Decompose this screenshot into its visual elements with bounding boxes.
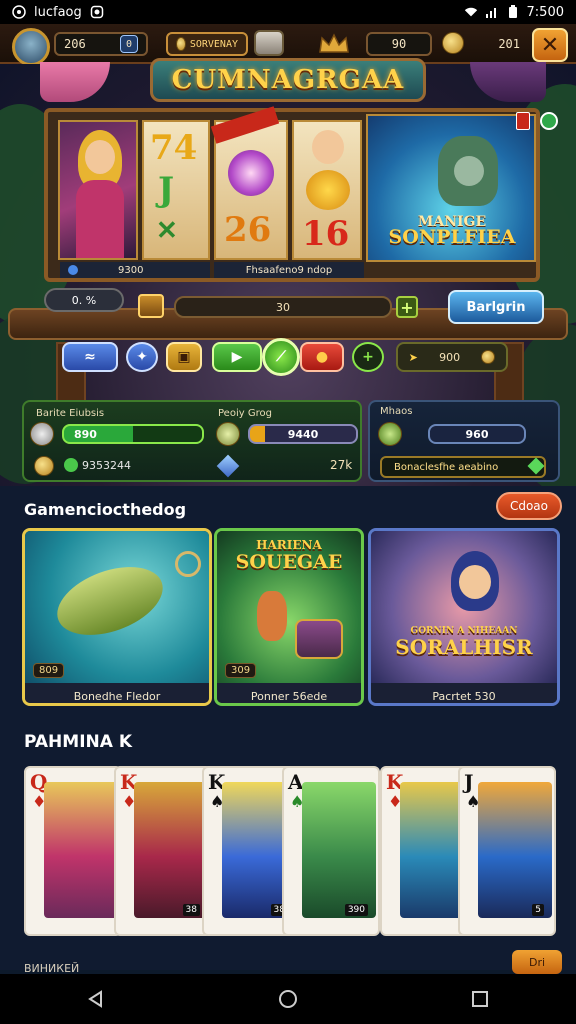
add-button[interactable]: +	[352, 342, 384, 372]
arrow-icon: ➤	[408, 350, 418, 364]
coins-total: 9353244	[82, 459, 131, 472]
coin-icon	[34, 456, 54, 476]
currency-display: SORVENAY	[166, 32, 248, 56]
status-bar: lucfaog 7:500	[0, 0, 576, 24]
silver-coin-icon	[30, 422, 54, 446]
play-mode-button[interactable]: ▶	[212, 342, 262, 372]
notification-icon	[90, 5, 104, 19]
settings-button[interactable]: ✦	[126, 342, 158, 372]
reel-symbol: ✕	[156, 216, 178, 246]
reel-1: 74 J ✕	[142, 120, 210, 260]
back-icon	[88, 990, 102, 1008]
level-short: 27k	[330, 458, 353, 472]
game-card-warrior[interactable]: GORNIN A NIHEAAN SORALHISR Pacrtet 530	[368, 528, 560, 706]
shop-icon[interactable]	[254, 30, 284, 56]
chest-icon[interactable]	[138, 294, 164, 318]
reel-2: 26	[214, 120, 288, 260]
game-card-caption: Pacrtet 530	[371, 683, 557, 703]
globe-icon[interactable]	[540, 112, 558, 130]
game-controller-icon	[12, 5, 26, 19]
crown-icon	[318, 32, 350, 54]
info-icon	[68, 265, 78, 275]
game-title-plate: CUMNAGRGAA	[150, 58, 426, 102]
playing-card[interactable]: J ♠ 5	[458, 766, 556, 936]
section-title: Gamenciocthedog	[24, 500, 187, 519]
close-icon: ✕	[540, 32, 560, 58]
promo-title: SONPLFIEA	[388, 226, 516, 248]
signal-icon	[485, 5, 499, 19]
system-nav-bar	[0, 974, 576, 1024]
bargain-button[interactable]: Barlgrin	[448, 290, 544, 324]
recents-button[interactable]	[456, 979, 504, 1019]
gem-symbol	[228, 150, 274, 196]
auto-spin-pill[interactable]: 0. %	[44, 288, 124, 312]
bet-field[interactable]: 30	[174, 296, 392, 318]
wifi-icon	[464, 5, 478, 19]
status-app-name: lucfaog	[34, 4, 82, 20]
playing-card[interactable]: A ♠ 390	[282, 766, 380, 936]
section-title: PAHMINA K	[24, 732, 133, 752]
spin-button[interactable]: ⟋	[262, 338, 300, 376]
fish-mode-button[interactable]: ≈	[62, 342, 118, 372]
close-button[interactable]: ✕	[532, 28, 568, 62]
game-card-fish[interactable]: 809 Bonedhe Fledor	[22, 528, 212, 706]
stop-button[interactable]: ●	[300, 342, 344, 372]
playing-card[interactable]: K ♦ 38	[114, 766, 212, 936]
missions-label: Mhaos	[380, 406, 413, 417]
reel-3: 16	[292, 120, 362, 260]
coins-counter: 201	[470, 32, 528, 56]
game-card-treasure[interactable]: HARIENA SOUEGAE 309 Ponner 56ede	[214, 528, 364, 706]
next-section-button[interactable]: Dri	[512, 950, 562, 974]
reel-caption-left: 9300	[60, 262, 210, 278]
stat-bar-b: 9440	[248, 424, 358, 444]
stat-bar-a: 890	[62, 424, 204, 444]
coins-value: 201	[498, 37, 520, 51]
claim-bar[interactable]: Bonaclesfhe aeabino	[380, 456, 546, 478]
medal-icon	[216, 422, 240, 446]
jackpot-display: ➤ 900	[396, 342, 508, 372]
stat-label-a: Barite Eiubsis	[36, 408, 105, 419]
missions-bar: 960	[428, 424, 526, 444]
coin-icon	[176, 37, 186, 51]
level-badge[interactable]: 0	[120, 35, 138, 53]
coin-icon	[442, 32, 464, 54]
battery-icon	[506, 5, 520, 19]
currency-label: SORVENAY	[189, 38, 238, 50]
bonus-button[interactable]: ▣	[166, 342, 202, 372]
game-card-caption: Ponner 56ede	[217, 683, 361, 703]
reel-caption-right: Fhsaafeno9 ndop	[214, 262, 364, 278]
home-button[interactable]	[264, 979, 312, 1019]
recents-icon	[472, 991, 488, 1007]
game-card-caption: Bonedhe Fledor	[25, 683, 209, 703]
reel-symbol: 16	[302, 214, 350, 254]
level-counter: 206 0	[54, 32, 148, 56]
crown-counter: 90	[366, 32, 432, 56]
status-time: 7:500	[526, 4, 564, 20]
more-button[interactable]: Cdoao	[496, 492, 562, 520]
crown-value: 90	[391, 37, 407, 51]
coin-icon	[481, 350, 496, 364]
reel-symbol: 26	[224, 210, 272, 250]
green-gem-icon	[64, 458, 78, 472]
level-value: 206	[64, 37, 86, 51]
badge-icon	[378, 422, 402, 446]
home-icon	[279, 990, 297, 1008]
stat-label-b: Peoiy Grog	[218, 408, 272, 419]
reel-portrait	[58, 120, 138, 260]
reel-symbol: J	[158, 170, 175, 210]
increase-bet-button[interactable]: +	[396, 296, 418, 318]
back-button[interactable]	[72, 979, 120, 1019]
avatar[interactable]	[12, 28, 50, 66]
game-title: CUMNAGRGAA	[171, 65, 405, 95]
info-badge[interactable]	[516, 112, 530, 130]
playing-card[interactable]: Q ♦	[24, 766, 122, 936]
reel-symbol: 74	[150, 128, 198, 168]
